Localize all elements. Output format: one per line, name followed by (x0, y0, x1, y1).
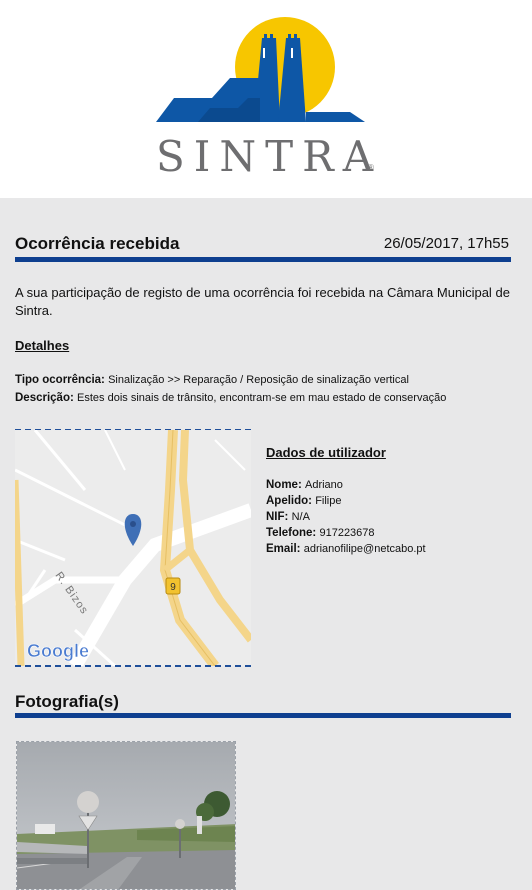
photos-title: Fotografia(s) (15, 692, 119, 711)
user-field-label: NIF: (266, 511, 289, 523)
user-field-label: Nome: (266, 479, 302, 491)
user-field-phone: Telefone: 917223678 (266, 525, 375, 541)
road-shield-number: 9 (170, 582, 176, 593)
occurrence-datetime: 26/05/2017, 17h55 (383, 235, 509, 252)
detail-description-value: Estes dois sinais de trânsito, encontram… (77, 392, 447, 404)
details-heading: Detalhes (15, 338, 70, 353)
user-field-value: Filipe (315, 495, 342, 507)
photo-image (17, 742, 235, 889)
user-field-value: adrianofilipe@netcabo.pt (303, 543, 426, 555)
map-canvas: 9 R. Bizos Google (15, 430, 251, 666)
user-field-value: N/A (291, 511, 310, 523)
detail-type-value: Sinalização >> Reparação / Reposição de … (108, 374, 409, 386)
detail-type-label: Tipo ocorrência: (15, 374, 105, 386)
detail-type: Tipo ocorrência: Sinalização >> Reparaçã… (15, 372, 409, 388)
occurrence-divider (15, 257, 511, 262)
user-field-label: Apelido: (266, 495, 312, 507)
header: SINTRA ® (0, 0, 532, 198)
logo-registered-mark: ® (368, 163, 374, 172)
user-heading: Dados de utilizador (266, 445, 386, 460)
occurrence-photo[interactable] (16, 741, 236, 890)
map-bottom-border (15, 665, 251, 667)
occurrence-title: Ocorrência recebida (15, 234, 180, 253)
photos-divider (15, 713, 511, 718)
location-map[interactable]: 9 R. Bizos Google (15, 430, 251, 666)
user-field-value: Adriano (304, 479, 343, 491)
user-field-value: 917223678 (319, 527, 375, 539)
user-field-nif: NIF: N/A (266, 509, 310, 525)
logo-wordmark: SINTRA (156, 132, 383, 181)
user-field-surname: Apelido: Filipe (266, 493, 342, 509)
user-field-label: Email: (266, 543, 301, 555)
detail-description: Descrição: Estes dois sinais de trânsito… (15, 390, 446, 406)
occurrence-message: A sua participação de registo de uma oco… (15, 285, 510, 318)
user-field-name: Nome: Adriano (266, 477, 343, 493)
google-logo: Google (27, 641, 89, 661)
user-field-email: Email: adrianofilipe@netcabo.pt (266, 541, 426, 557)
detail-description-label: Descrição: (15, 392, 74, 404)
user-field-label: Telefone: (266, 527, 317, 539)
